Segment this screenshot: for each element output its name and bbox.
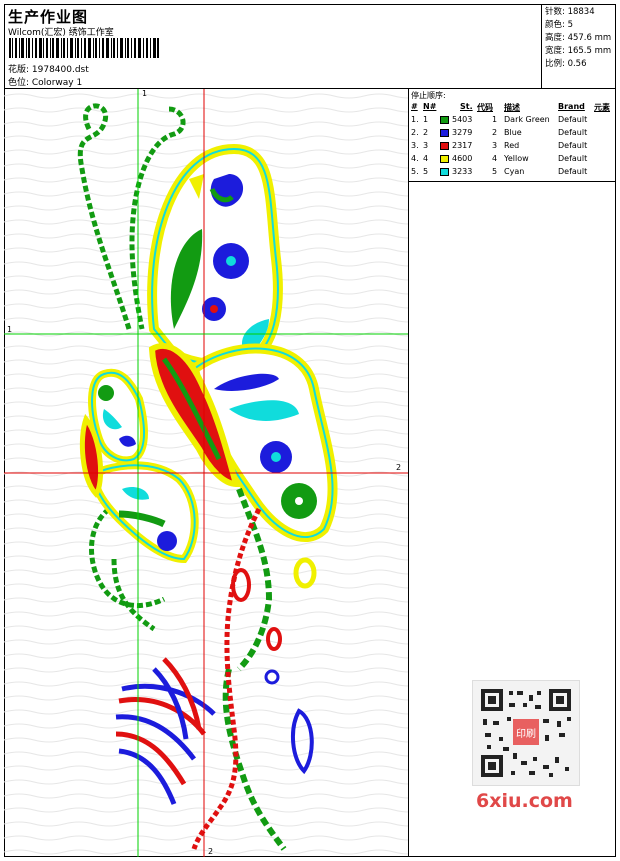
color-row: 2. 2 3279 2 Blue Default (409, 128, 616, 140)
col-code: 代码 (477, 103, 493, 112)
guide-v2-label: 2 (208, 847, 214, 856)
qr-code: 印刷 (472, 680, 580, 786)
color-swatch (440, 155, 449, 163)
stitch-count: 针数: 18834 (545, 7, 595, 17)
row-description: Yellow (504, 154, 529, 163)
row-index: 4. (411, 154, 419, 163)
row-index: 2. (411, 128, 419, 137)
row-number: 2 (423, 128, 429, 137)
color-row: 1. 1 5403 1 Dark Green Default (409, 115, 616, 127)
col-brand: Brand (558, 102, 585, 111)
guide-h2-label: 2 (396, 463, 402, 472)
studio-name: Wilcom(汇宏) 绣饰工作室 (8, 28, 114, 38)
row-number: 1 (423, 115, 429, 124)
design-scale: 比例: 0.56 (545, 59, 587, 69)
color-row: 3. 3 2317 3 Red Default (409, 141, 616, 153)
row-stitches: 3279 (452, 128, 473, 137)
row-code: 4 (492, 154, 498, 163)
color-swatch (440, 168, 449, 176)
row-number: 4 (423, 154, 429, 163)
col-element: 元素 (594, 103, 610, 112)
row-code: 2 (492, 128, 498, 137)
row-stitches: 5403 (452, 115, 473, 124)
row-description: Dark Green (504, 115, 550, 124)
color-row: 4. 4 4600 4 Yellow Default (409, 154, 616, 166)
pattern-file: 花版: 1978400.dst (8, 65, 89, 75)
page-title: 生产作业图 (8, 8, 89, 26)
barcode-icon (9, 38, 159, 58)
row-index: 1. (411, 115, 419, 124)
color-sequence-panel: 停止顺序: # N# St. 代码 描述 Brand 元素 1. 1 5403 1 Da… (409, 89, 616, 182)
row-brand: Default (558, 141, 588, 150)
col-index: # (411, 102, 418, 111)
row-code: 1 (492, 115, 498, 124)
row-brand: Default (558, 128, 588, 137)
col-number: N# (423, 102, 437, 111)
color-row: 5. 5 3233 5 Cyan Default (409, 167, 616, 179)
color-table-header: # N# St. 代码 描述 Brand 元素 (409, 102, 616, 114)
header-block: 生产作业图 Wilcom(汇宏) 绣饰工作室 花版: 1978400.dst 色… (4, 4, 542, 89)
row-number: 5 (423, 167, 429, 176)
row-description: Blue (504, 128, 522, 137)
row-index: 3. (411, 141, 419, 150)
design-canvas: 1 2 1 2 (4, 89, 409, 857)
row-description: Cyan (504, 167, 525, 176)
color-swatch (440, 116, 449, 124)
col-stitches: St. (460, 102, 473, 111)
col-description: 描述 (504, 103, 520, 112)
row-brand: Default (558, 167, 588, 176)
color-sequence-title: 停止顺序: (411, 91, 446, 100)
row-number: 3 (423, 141, 429, 150)
guide-h1-label: 1 (7, 325, 13, 334)
qr-pattern-icon: 印刷 (481, 689, 571, 777)
row-brand: Default (558, 154, 588, 163)
color-swatch (440, 129, 449, 137)
colorway: 色位: Colorway 1 (8, 78, 83, 88)
row-code: 5 (492, 167, 498, 176)
row-stitches: 4600 (452, 154, 473, 163)
color-swatch (440, 142, 449, 150)
row-stitches: 3233 (452, 167, 473, 176)
guide-v1-label: 1 (142, 89, 148, 98)
color-count: 颜色: 5 (545, 20, 573, 30)
row-index: 5. (411, 167, 419, 176)
row-description: Red (504, 141, 520, 150)
qr-stamp-text: 印刷 (516, 728, 536, 740)
watermark: 6xiu.com (476, 790, 573, 812)
row-code: 3 (492, 141, 498, 150)
design-height: 高度: 457.6 mm (545, 33, 612, 43)
embroidery-design (4, 89, 408, 857)
row-stitches: 2317 (452, 141, 473, 150)
row-brand: Default (558, 115, 588, 124)
stats-block: 针数: 18834 颜色: 5 高度: 457.6 mm 宽度: 165.5 m… (542, 4, 616, 89)
design-width: 宽度: 165.5 mm (545, 46, 612, 56)
